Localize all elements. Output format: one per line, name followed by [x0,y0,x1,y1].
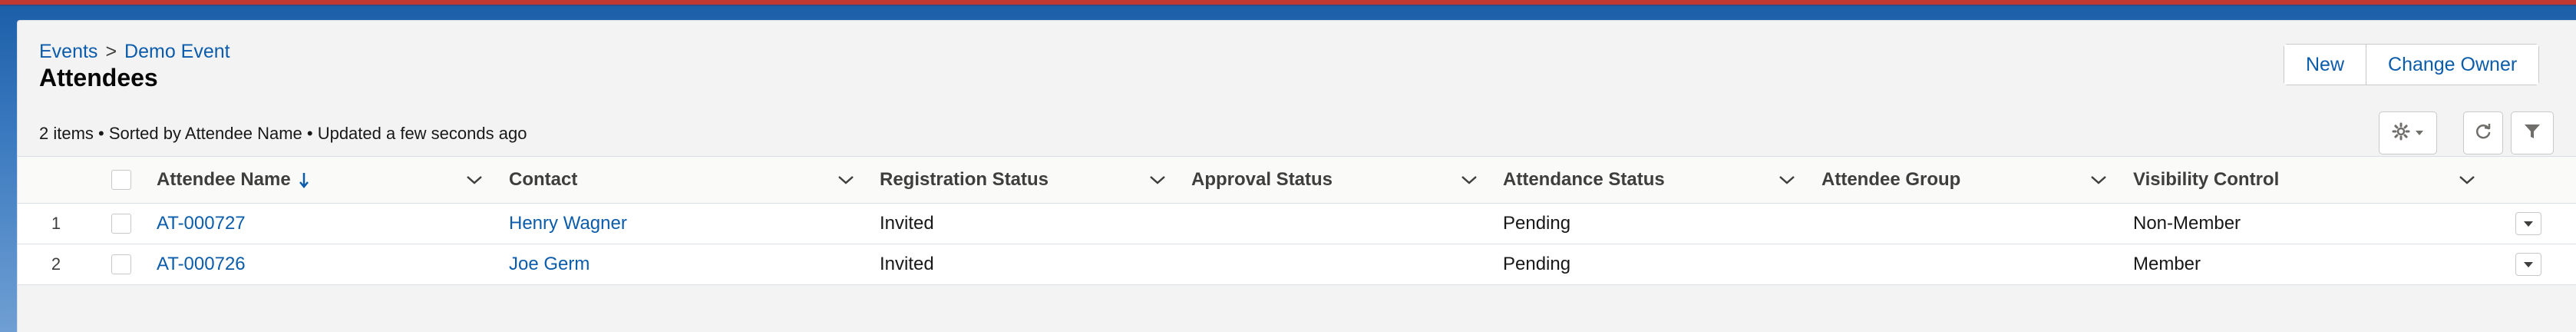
breadcrumb-events-link[interactable]: Events [39,41,97,63]
select-all-checkbox[interactable] [111,170,131,190]
select-all-checkbox-cell [111,157,131,203]
row-actions-button[interactable] [2515,212,2541,235]
visibility-control-cell: Member [2133,254,2201,274]
sort-descending-arrow-icon [299,171,309,188]
table-row: 2 AT-000726 Joe Germ Invited Pending Mem… [18,244,2576,285]
new-button[interactable]: New [2284,45,2366,85]
column-header-approval-status[interactable]: Approval Status [1191,157,1333,203]
contact-link[interactable]: Joe Germ [509,244,590,284]
gear-icon [2392,122,2410,144]
contact-link[interactable]: Henry Wagner [509,204,627,244]
row-select-checkbox[interactable] [111,214,131,234]
column-menu-chevron-down-icon[interactable] [1149,157,1166,203]
column-menu-chevron-down-icon[interactable] [1461,157,1478,203]
filter-button[interactable] [2511,111,2554,154]
attendance-status-cell: Pending [1503,254,1571,274]
visibility-control-cell: Non-Member [2133,213,2241,234]
column-header-visibility-control[interactable]: Visibility Control [2133,157,2279,203]
column-header-attendee-name[interactable]: Attendee Name [157,157,309,203]
breadcrumb-separator: > [105,41,117,62]
attendees-table: Attendee Name Contact Registration Statu… [18,156,2576,285]
registration-status-cell: Invited [880,213,934,234]
list-view-card: Events > Demo Event Attendees 2 items • … [17,20,2576,332]
filter-icon [2522,121,2542,145]
row-actions-cell [2515,204,2541,244]
attendee-name-link[interactable]: AT-000727 [157,204,246,244]
caret-down-icon [2523,221,2534,227]
list-meta-info: 2 items • Sorted by Attendee Name • Upda… [39,124,527,143]
attendance-status-cell: Pending [1503,213,1571,234]
change-owner-button[interactable]: Change Owner [2366,45,2539,85]
list-settings-button[interactable] [2379,111,2437,154]
column-menu-chevron-down-icon[interactable] [2090,157,2107,203]
row-number: 2 [51,254,61,274]
row-checkbox-cell [111,204,131,244]
column-menu-chevron-down-icon[interactable] [837,157,854,203]
row-select-checkbox[interactable] [111,254,131,274]
column-menu-chevron-down-icon[interactable] [1778,157,1795,203]
refresh-button[interactable] [2463,111,2503,154]
column-header-attendance-status[interactable]: Attendance Status [1503,157,1665,203]
table-header-row: Attendee Name Contact Registration Statu… [18,156,2576,204]
column-header-registration-status[interactable]: Registration Status [880,157,1049,203]
registration-status-cell: Invited [880,254,934,274]
attendee-name-link[interactable]: AT-000726 [157,244,246,284]
header-action-buttons: New Change Owner [2284,44,2540,85]
page-title: Attendees [39,64,158,91]
caret-down-icon [2523,261,2534,268]
row-checkbox-cell [111,244,131,284]
column-menu-chevron-down-icon[interactable] [466,157,483,203]
row-number: 1 [51,214,61,233]
column-header-attendee-group[interactable]: Attendee Group [1821,157,1960,203]
row-actions-cell [2515,244,2541,284]
caret-down-icon [2415,126,2424,140]
column-header-contact[interactable]: Contact [509,157,577,203]
column-menu-chevron-down-icon[interactable] [2459,157,2475,203]
top-accent-bar [0,0,2576,6]
breadcrumb-demo-event-link[interactable]: Demo Event [124,41,230,63]
table-row: 1 AT-000727 Henry Wagner Invited Pending… [18,204,2576,244]
refresh-icon [2473,121,2493,145]
breadcrumb: Events > Demo Event [39,41,230,63]
row-actions-button[interactable] [2515,253,2541,276]
